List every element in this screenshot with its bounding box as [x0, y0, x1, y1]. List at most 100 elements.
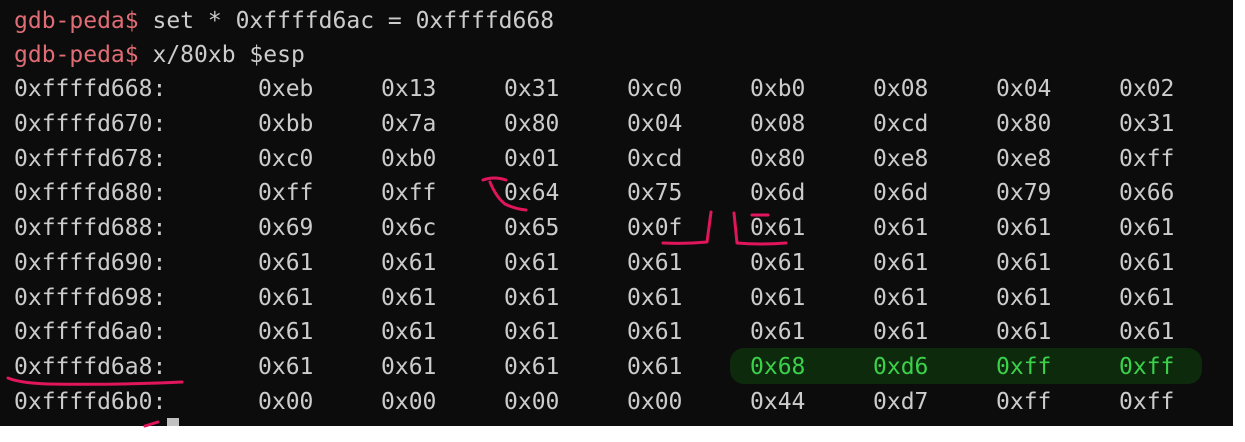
memory-byte: 0xcd: [873, 110, 929, 137]
memory-byte: 0xff: [996, 388, 1052, 415]
memory-byte: 0x61: [873, 215, 929, 241]
memory-row: 0xffffd6a8: 0x61 0x61 0x61 0x61 0x68 0xd6 0xff 0…: [0, 350, 1233, 384]
memory-byte: 0x61: [627, 319, 683, 346]
memory-byte: 0x61: [996, 249, 1052, 276]
memory-byte: 0x65: [504, 215, 560, 241]
memory-byte: 0x00: [258, 388, 314, 415]
memory-byte: 0x80: [504, 110, 560, 137]
memory-byte: 0x08: [873, 76, 929, 102]
memory-byte: 0x61: [873, 249, 929, 276]
memory-byte: 0x61: [504, 249, 560, 276]
memory-address: 0xffffd680:: [14, 180, 167, 207]
memory-address: 0xffffd6a0:: [14, 319, 167, 346]
memory-byte: 0x6c: [381, 215, 437, 241]
memory-byte: 0x00: [504, 388, 560, 415]
memory-byte: 0x13: [381, 76, 437, 102]
memory-byte: 0xbb: [258, 110, 314, 137]
memory-byte: 0x02: [1119, 76, 1175, 102]
memory-byte: 0x6d: [873, 180, 929, 207]
memory-row: 0xffffd680: 0xff 0xff 0x64 0x75 0x6d 0x6d 0x79 0…: [0, 176, 1233, 210]
memory-row: 0xffffd6a0: 0x61 0x61 0x61 0x61 0x61 0x61 0x61 0…: [0, 315, 1233, 349]
memory-byte: 0x61: [996, 284, 1052, 311]
memory-byte: 0xb0: [381, 145, 437, 172]
command-text: set * 0xffffd6ac = 0xffffd668: [152, 8, 555, 34]
memory-byte: 0x7a: [381, 110, 437, 137]
memory-byte: 0x04: [627, 110, 683, 137]
terminal-cursor: [167, 418, 179, 426]
memory-address: 0xffffd6a8:: [14, 354, 167, 380]
memory-byte: 0xe8: [873, 145, 929, 172]
memory-byte: 0x00: [381, 388, 437, 415]
memory-byte: 0x61: [258, 249, 314, 276]
memory-address: 0xffffd690:: [14, 249, 167, 276]
memory-byte: 0xff: [381, 180, 437, 207]
memory-byte: 0x61: [750, 249, 806, 276]
memory-byte: 0x64: [504, 180, 560, 207]
memory-byte: 0x61: [504, 284, 560, 311]
memory-byte: 0xe8: [996, 145, 1052, 172]
memory-byte: 0x61: [258, 354, 314, 380]
memory-byte: 0x66: [1119, 180, 1175, 207]
memory-byte: 0xd6: [873, 354, 929, 380]
memory-byte: 0xff: [258, 180, 314, 207]
memory-byte: 0x61: [873, 319, 929, 346]
memory-row: 0xffffd6b0: 0x00 0x00 0x00 0x00 0x44 0xd7 0xff 0…: [0, 385, 1233, 419]
memory-byte: 0x44: [750, 388, 806, 415]
memory-address: 0xffffd678:: [14, 145, 167, 172]
memory-byte: 0x61: [873, 284, 929, 311]
memory-row: 0xffffd688: 0x69 0x6c 0x65 0x0f 0x61 0x61 0x61 0…: [0, 211, 1233, 245]
memory-byte: 0x61: [381, 249, 437, 276]
memory-byte: 0x79: [996, 180, 1052, 207]
memory-byte: 0x61: [627, 354, 683, 380]
memory-byte: 0xff: [996, 354, 1052, 380]
memory-byte: 0x61: [381, 284, 437, 311]
memory-byte: 0x61: [1119, 215, 1175, 241]
memory-byte: 0x68: [750, 354, 806, 380]
terminal-window[interactable]: gdb-peda$ set * 0xffffd6ac = 0xffffd668 …: [0, 0, 1233, 426]
memory-byte: 0x61: [1119, 319, 1175, 346]
memory-byte: 0x80: [750, 145, 806, 172]
memory-byte: 0x01: [504, 145, 560, 172]
memory-byte: 0x61: [750, 284, 806, 311]
memory-byte: 0x61: [258, 284, 314, 311]
memory-row: 0xffffd698: 0x61 0x61 0x61 0x61 0x61 0x61 0x61 0…: [0, 281, 1233, 315]
memory-byte: 0x61: [258, 319, 314, 346]
memory-byte: 0x61: [996, 319, 1052, 346]
memory-byte: 0xff: [1119, 388, 1175, 415]
command-line-1: gdb-peda$ set * 0xffffd6ac = 0xffffd668: [14, 4, 554, 38]
prompt: gdb-peda$: [14, 42, 139, 68]
memory-byte: 0x61: [381, 319, 437, 346]
memory-byte: 0x61: [1119, 249, 1175, 276]
memory-byte: 0x31: [1119, 110, 1175, 137]
memory-byte: 0xc0: [258, 145, 314, 172]
memory-byte: 0x61: [504, 354, 560, 380]
memory-row: 0xffffd668: 0xeb 0x13 0x31 0xc0 0xb0 0x08 0x04 0…: [0, 72, 1233, 106]
memory-byte: 0x80: [996, 110, 1052, 137]
memory-byte: 0x31: [504, 76, 560, 102]
memory-row: 0xffffd690: 0x61 0x61 0x61 0x61 0x61 0x61 0x61 0…: [0, 246, 1233, 280]
memory-address: 0xffffd668:: [14, 76, 167, 102]
memory-row: 0xffffd670: 0xbb 0x7a 0x80 0x04 0x08 0xcd 0x80 0…: [0, 107, 1233, 141]
memory-byte: 0x61: [996, 215, 1052, 241]
memory-byte: 0x00: [627, 388, 683, 415]
memory-byte: 0x04: [996, 76, 1052, 102]
prompt: gdb-peda$: [14, 8, 139, 34]
memory-byte: 0x61: [504, 319, 560, 346]
memory-address: 0xffffd698:: [14, 284, 167, 311]
memory-byte: 0xc0: [627, 76, 683, 102]
memory-byte: 0x61: [627, 249, 683, 276]
memory-byte: 0x61: [750, 215, 806, 241]
memory-byte: 0xd7: [873, 388, 929, 415]
memory-byte: 0x6d: [750, 180, 806, 207]
memory-byte: 0xcd: [627, 145, 683, 172]
command-line-2: gdb-peda$ x/80xb $esp: [14, 38, 305, 72]
memory-byte: 0x61: [381, 354, 437, 380]
memory-address: 0xffffd6b0:: [14, 388, 167, 415]
memory-byte: 0x61: [627, 284, 683, 311]
memory-row: 0xffffd678: 0xc0 0xb0 0x01 0xcd 0x80 0xe8 0xe8 0…: [0, 142, 1233, 176]
memory-byte: 0x0f: [627, 215, 683, 241]
memory-address: 0xffffd670:: [14, 110, 167, 137]
memory-address: 0xffffd688:: [14, 215, 167, 241]
command-text: x/80xb $esp: [152, 42, 305, 68]
memory-byte: 0x61: [750, 319, 806, 346]
